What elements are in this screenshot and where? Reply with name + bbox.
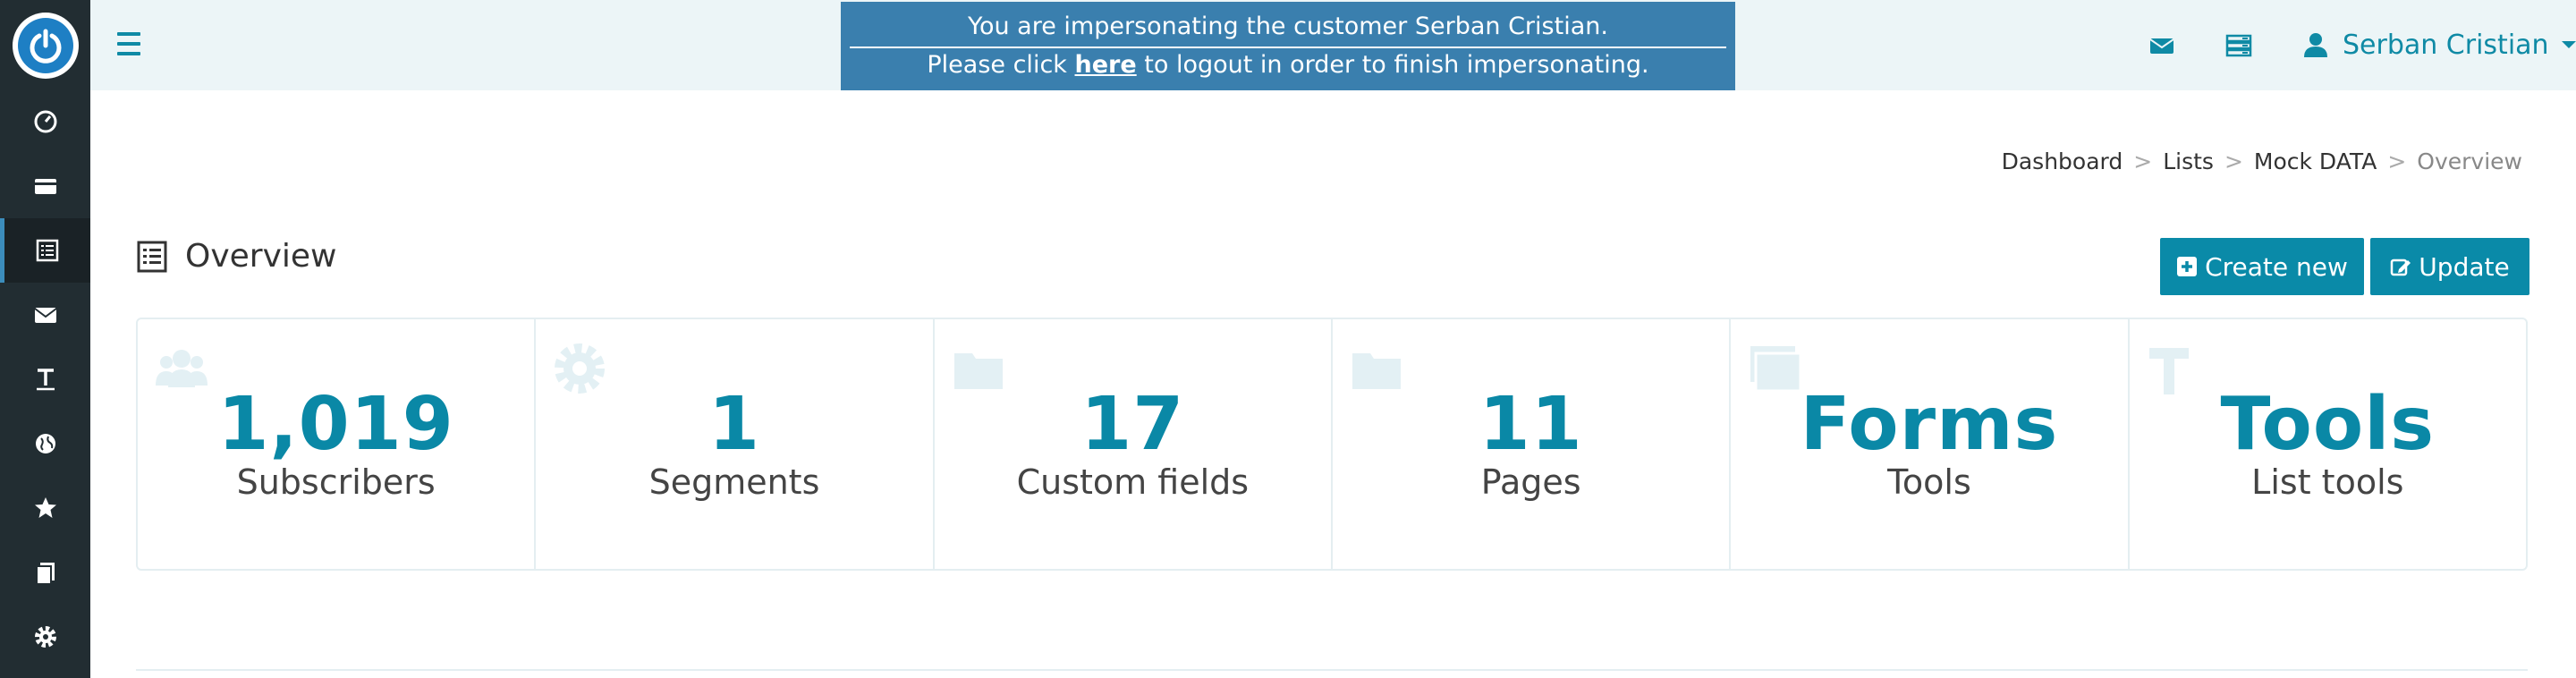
stat-label: Subscribers — [236, 462, 436, 502]
breadcrumb-separator: > — [2387, 148, 2407, 174]
stat-label: Segments — [648, 462, 820, 502]
envelope-icon — [33, 308, 57, 323]
page-title-text: Overview — [185, 238, 337, 275]
sidebar-item-templates[interactable] — [0, 347, 90, 411]
stat-tools[interactable]: Tools List tools — [2130, 319, 2526, 569]
power-logo-icon — [17, 17, 73, 73]
sidebar-item-dashboard[interactable] — [0, 89, 90, 154]
menu-toggle-icon[interactable] — [117, 32, 140, 55]
banner-divider — [850, 47, 1726, 48]
stat-value: 1,019 — [217, 382, 454, 467]
sidebar-item-billing[interactable] — [0, 154, 90, 218]
stat-label: Custom fields — [1016, 462, 1250, 502]
sidebar-item-settings[interactable] — [0, 605, 90, 669]
stat-value: Forms — [1800, 382, 2059, 467]
server-icon[interactable] — [2225, 32, 2252, 59]
app-logo[interactable] — [0, 0, 90, 90]
create-new-button[interactable]: Create new — [2160, 238, 2364, 295]
stat-forms[interactable]: Forms Tools — [1731, 319, 2130, 569]
breadcrumb-lists[interactable]: Lists — [2163, 148, 2214, 174]
chevron-down-icon — [2561, 41, 2576, 48]
breadcrumb-separator: > — [2133, 148, 2153, 174]
list-icon — [137, 241, 167, 272]
text-icon — [36, 369, 55, 391]
plus-square-icon — [2177, 257, 2198, 276]
credit-card-icon — [34, 179, 56, 194]
breadcrumb-dashboard[interactable]: Dashboard — [2002, 148, 2123, 174]
page-title: Overview — [137, 238, 337, 275]
instructions-prefix: Please click — [927, 51, 1075, 79]
sidebar-item-files[interactable] — [0, 540, 90, 605]
sidebar — [0, 0, 90, 678]
stat-label: List tools — [2251, 462, 2404, 502]
stat-value: 11 — [1479, 382, 1583, 467]
logo-circle — [12, 12, 79, 79]
star-icon — [34, 497, 56, 518]
breadcrumb-mock-data[interactable]: Mock DATA — [2254, 148, 2377, 174]
globe-icon — [35, 434, 55, 453]
overview-stats: 1,019 Subscribers 1 Segments 17 Custom f… — [136, 318, 2528, 571]
edit-icon — [2391, 258, 2411, 276]
stat-label: Tools — [1887, 462, 1971, 502]
user-icon — [2304, 33, 2327, 57]
breadcrumb: Dashboard > Lists > Mock DATA > Overview — [2002, 148, 2522, 174]
stat-value: 17 — [1080, 382, 1185, 467]
stat-pages[interactable]: 11 Pages — [1333, 319, 1732, 569]
stat-custom-fields[interactable]: 17 Custom fields — [935, 319, 1333, 569]
stat-segments[interactable]: 1 Segments — [536, 319, 935, 569]
impersonation-banner: You are impersonating the customer Serba… — [841, 2, 1735, 90]
top-header: You are impersonating the customer Serba… — [90, 0, 2576, 90]
impersonation-message: You are impersonating the customer Serba… — [968, 13, 1608, 40]
stat-value: 1 — [708, 382, 761, 467]
files-icon — [35, 563, 55, 585]
list-icon — [36, 239, 59, 262]
sidebar-item-servers[interactable] — [0, 411, 90, 476]
stat-value: Tools — [2220, 382, 2436, 467]
user-name: Serban Cristian — [2343, 29, 2549, 61]
impersonation-instructions: Please click here to logout in order to … — [841, 51, 1735, 79]
stat-subscribers[interactable]: 1,019 Subscribers — [138, 319, 537, 569]
update-button[interactable]: Update — [2370, 238, 2529, 295]
sidebar-item-campaigns[interactable] — [0, 283, 90, 347]
dashboard-icon — [34, 110, 56, 133]
breadcrumb-current: Overview — [2417, 148, 2522, 174]
logout-impersonation-link[interactable]: here — [1075, 51, 1137, 79]
update-label: Update — [2419, 251, 2510, 282]
user-menu[interactable]: Serban Cristian — [2303, 27, 2576, 63]
envelope-icon[interactable] — [2148, 32, 2175, 59]
create-new-label: Create new — [2205, 251, 2348, 282]
section-divider — [136, 669, 2528, 671]
sidebar-item-favorites[interactable] — [0, 476, 90, 540]
gear-icon — [34, 626, 56, 648]
instructions-suffix: to logout in order to finish impersonati… — [1136, 51, 1649, 79]
stat-label: Pages — [1480, 462, 1581, 502]
sidebar-item-lists[interactable] — [0, 218, 90, 283]
breadcrumb-separator: > — [2224, 148, 2243, 174]
